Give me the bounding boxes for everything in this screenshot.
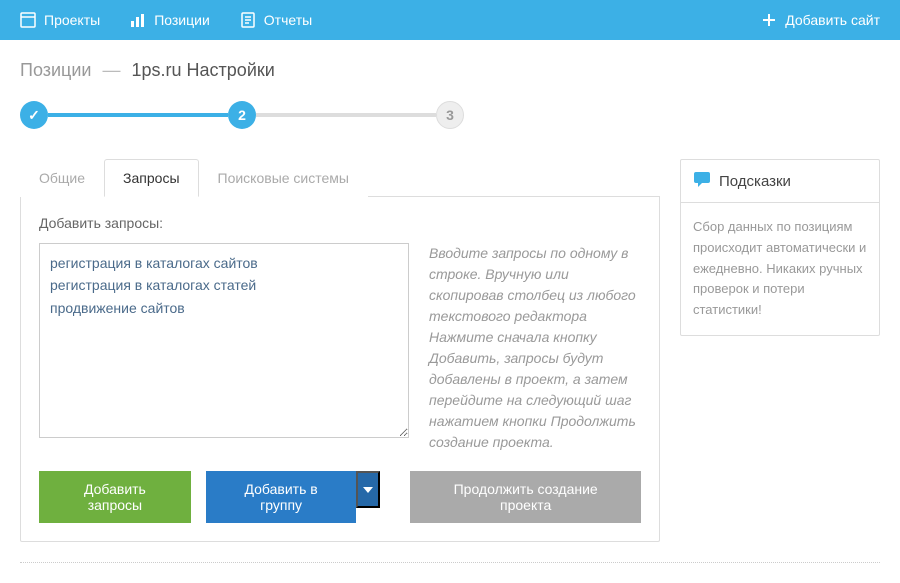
reports-icon [240, 12, 256, 28]
stepper: 2 3 [0, 91, 900, 159]
tab-search-systems[interactable]: Поисковые системы [199, 159, 368, 197]
projects-icon [20, 12, 36, 28]
add-queries-label: Добавить запросы: [39, 215, 641, 231]
queries-hint: Вводите запросы по одному в строке. Вруч… [429, 243, 641, 453]
queries-hint-1: Вводите запросы по одному в строке. Вруч… [429, 243, 641, 327]
breadcrumb-current: 1ps.ru Настройки [132, 60, 275, 80]
add-to-group-button[interactable]: Добавить в группу [206, 471, 357, 523]
add-to-group-dropdown[interactable] [356, 471, 380, 508]
step-line-2-3 [256, 113, 436, 117]
nav-reports-label: Отчеты [264, 12, 312, 28]
nav-reports[interactable]: Отчеты [240, 12, 312, 28]
breadcrumb: Позиции — 1ps.ru Настройки [0, 40, 900, 91]
positions-icon [130, 12, 146, 28]
nav-positions-label: Позиции [154, 12, 210, 28]
tab-queries[interactable]: Запросы [104, 159, 198, 197]
nav-positions[interactable]: Позиции [130, 12, 210, 28]
divider [20, 562, 880, 563]
breadcrumb-sep: — [103, 60, 121, 80]
add-to-group-button-group: Добавить в группу [206, 471, 380, 523]
hints-panel: Подсказки Сбор данных по позициям происх… [680, 159, 880, 336]
step-2-active[interactable]: 2 [228, 101, 256, 129]
hints-title: Подсказки [719, 173, 791, 190]
plus-icon [761, 12, 777, 28]
nav-projects[interactable]: Проекты [20, 12, 100, 28]
queries-panel: Добавить запросы: Вводите запросы по одн… [20, 197, 660, 542]
hints-body: Сбор данных по позициям происходит автом… [681, 203, 879, 335]
step-1-done[interactable] [20, 101, 48, 129]
breadcrumb-root[interactable]: Позиции [20, 60, 91, 80]
tab-general[interactable]: Общие [20, 159, 104, 197]
nav-projects-label: Проекты [44, 12, 100, 28]
step-line-1-2 [48, 113, 228, 117]
queries-textarea[interactable] [39, 243, 409, 438]
chat-icon [693, 170, 711, 192]
continue-button[interactable]: Продолжить создание проекта [410, 471, 641, 523]
chevron-down-icon [363, 487, 373, 493]
step-3-pending[interactable]: 3 [436, 101, 464, 129]
hints-header: Подсказки [681, 160, 879, 203]
nav-add-site-label: Добавить сайт [785, 12, 880, 28]
tabs: Общие Запросы Поисковые системы [20, 159, 660, 197]
nav-add-site[interactable]: Добавить сайт [761, 12, 880, 28]
top-nav: Проекты Позиции Отчеты Добавить сайт [0, 0, 900, 40]
add-queries-button[interactable]: Добавить запросы [39, 471, 191, 523]
queries-hint-2: Нажмите сначала кнопку Добавить, запросы… [429, 327, 641, 453]
